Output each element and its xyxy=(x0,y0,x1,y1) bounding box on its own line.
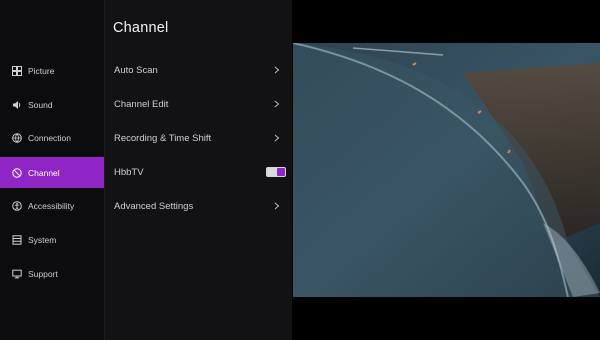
channel-icon xyxy=(12,167,22,178)
menu-item-hbbtv[interactable]: HbbTV xyxy=(105,160,292,184)
menu-item-label: HbbTV xyxy=(114,166,144,178)
menu-item-channel-edit[interactable]: Channel Edit xyxy=(105,92,292,116)
toggle-knob xyxy=(277,168,285,176)
chevron-right-icon xyxy=(272,99,282,109)
sidebar-item-label: System xyxy=(28,234,57,245)
sidebar-item-label: Support xyxy=(28,268,58,279)
menu-item-label: Auto Scan xyxy=(114,64,158,76)
sidebar-item-label: Connection xyxy=(28,132,72,143)
video-frame-image xyxy=(293,43,600,297)
accessibility-icon xyxy=(12,200,22,211)
sound-icon xyxy=(12,100,22,110)
sidebar-item-sound[interactable]: Sound xyxy=(0,89,104,120)
sidebar-item-accessibility[interactable]: Accessibility xyxy=(0,190,104,221)
connection-icon xyxy=(12,132,22,143)
channel-settings-panel: Channel Auto Scan Channel Edit Recording… xyxy=(105,0,292,340)
sidebar-item-channel[interactable]: Channel xyxy=(0,157,104,188)
sidebar-item-picture[interactable]: Picture xyxy=(0,55,104,86)
support-icon xyxy=(12,269,22,279)
system-icon xyxy=(12,234,22,245)
chevron-right-icon xyxy=(272,133,282,143)
sidebar-item-system[interactable]: System xyxy=(0,224,104,255)
menu-item-auto-scan[interactable]: Auto Scan xyxy=(105,58,292,82)
video-preview xyxy=(293,43,600,297)
chevron-right-icon xyxy=(272,201,282,211)
menu-item-label: Advanced Settings xyxy=(114,200,194,212)
sidebar-item-label: Sound xyxy=(28,99,53,110)
picture-icon xyxy=(12,65,22,76)
sidebar-item-label: Picture xyxy=(28,65,55,76)
page-title: Channel xyxy=(113,20,169,36)
sidebar-item-label: Channel xyxy=(28,167,60,178)
menu-item-label: Channel Edit xyxy=(114,98,169,110)
menu-item-recording-time-shift[interactable]: Recording & Time Shift xyxy=(105,126,292,150)
sidebar-item-connection[interactable]: Connection xyxy=(0,122,104,153)
settings-sidebar: Picture Sound Connection Channel Accessi… xyxy=(0,0,105,340)
menu-item-advanced-settings[interactable]: Advanced Settings xyxy=(105,194,292,218)
sidebar-item-support[interactable]: Support xyxy=(0,258,104,289)
sidebar-item-label: Accessibility xyxy=(28,200,75,211)
hbbtv-toggle[interactable] xyxy=(266,167,286,177)
menu-item-label: Recording & Time Shift xyxy=(114,132,212,144)
chevron-right-icon xyxy=(272,65,282,75)
